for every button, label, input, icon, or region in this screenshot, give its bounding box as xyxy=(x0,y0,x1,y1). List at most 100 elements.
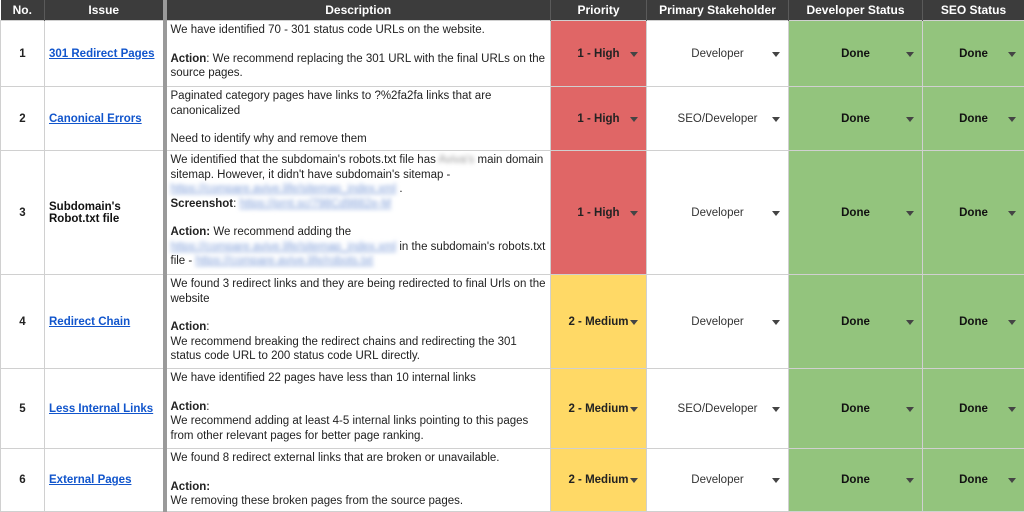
developer-status-dropdown[interactable]: Done xyxy=(789,87,923,151)
row-number[interactable]: 4 xyxy=(1,275,45,369)
row-number[interactable]: 3 xyxy=(1,151,45,275)
header-row: No. Issue Description Priority Primary S… xyxy=(1,0,1024,21)
priority-value: 2 - Medium xyxy=(568,474,628,486)
stakeholder-dropdown[interactable]: Developer xyxy=(647,151,789,275)
chevron-down-icon[interactable] xyxy=(772,407,780,412)
chevron-down-icon[interactable] xyxy=(1008,320,1016,325)
issue-cell[interactable]: Canonical Errors xyxy=(45,87,165,151)
chevron-down-icon[interactable] xyxy=(1008,117,1016,122)
chevron-down-icon[interactable] xyxy=(772,211,780,216)
chevron-down-icon[interactable] xyxy=(906,52,914,57)
sitemap-link[interactable]: https://compare.avive.life/sitemap_index… xyxy=(171,183,397,195)
chevron-down-icon[interactable] xyxy=(630,407,638,412)
description-cell[interactable]: We found 8 redirect external links that … xyxy=(165,449,551,512)
row-number[interactable]: 2 xyxy=(1,87,45,151)
seo-status-dropdown[interactable]: Done xyxy=(923,449,1024,512)
row-number[interactable]: 6 xyxy=(1,449,45,512)
developer-status-dropdown[interactable]: Done xyxy=(789,449,923,512)
stakeholder-dropdown[interactable]: Developer xyxy=(647,275,789,369)
chevron-down-icon[interactable] xyxy=(906,117,914,122)
developer-status-dropdown[interactable]: Done xyxy=(789,21,923,87)
sitemap-link[interactable]: https://compare.avive.life/sitemap_index… xyxy=(171,241,397,253)
chevron-down-icon[interactable] xyxy=(772,52,780,57)
row-number[interactable]: 5 xyxy=(1,369,45,449)
redacted-name: Aviva's xyxy=(438,154,474,166)
action-label: Action xyxy=(171,53,207,65)
chevron-down-icon[interactable] xyxy=(630,478,638,483)
chevron-down-icon[interactable] xyxy=(906,478,914,483)
issue-link[interactable]: External Pages xyxy=(49,474,131,486)
header-stakeholder[interactable]: Primary Stakeholder xyxy=(647,0,789,21)
status-value: Done xyxy=(959,48,988,60)
action-colon: : xyxy=(206,321,209,333)
row-number[interactable]: 1 xyxy=(1,21,45,87)
chevron-down-icon[interactable] xyxy=(906,211,914,216)
stakeholder-dropdown[interactable]: Developer xyxy=(647,449,789,512)
description-cell[interactable]: We have identified 70 - 301 status code … xyxy=(165,21,551,87)
header-priority[interactable]: Priority xyxy=(551,0,647,21)
chevron-down-icon[interactable] xyxy=(630,211,638,216)
issue-cell[interactable]: External Pages xyxy=(45,449,165,512)
chevron-down-icon[interactable] xyxy=(1008,211,1016,216)
description-text: . xyxy=(399,183,402,195)
chevron-down-icon[interactable] xyxy=(906,320,914,325)
action-label: Action xyxy=(171,401,207,413)
status-value: Done xyxy=(841,48,870,60)
issue-cell[interactable]: Subdomain's Robot.txt file xyxy=(45,151,165,275)
chevron-down-icon[interactable] xyxy=(772,478,780,483)
issue-cell[interactable]: Less Internal Links xyxy=(45,369,165,449)
seo-status-dropdown[interactable]: Done xyxy=(923,87,1024,151)
description-cell[interactable]: We found 3 redirect links and they are b… xyxy=(165,275,551,369)
screenshot-label: Screenshot xyxy=(171,198,234,210)
chevron-down-icon[interactable] xyxy=(772,320,780,325)
header-seo-status[interactable]: SEO Status xyxy=(923,0,1024,21)
chevron-down-icon[interactable] xyxy=(1008,478,1016,483)
issue-link[interactable]: Canonical Errors xyxy=(49,113,142,125)
seo-status-dropdown[interactable]: Done xyxy=(923,369,1024,449)
header-no[interactable]: No. xyxy=(1,0,45,21)
seo-status-dropdown[interactable]: Done xyxy=(923,21,1024,87)
table-row: 5 Less Internal Links We have identified… xyxy=(1,369,1024,449)
chevron-down-icon[interactable] xyxy=(1008,407,1016,412)
screenshot-link[interactable]: https://prnt.sc/798Cd9882e-M xyxy=(240,198,392,210)
description-cell[interactable]: Paginated category pages have links to ?… xyxy=(165,87,551,151)
issue-link[interactable]: 301 Redirect Pages xyxy=(49,48,154,60)
chevron-down-icon[interactable] xyxy=(630,52,638,57)
status-value: Done xyxy=(841,113,870,125)
robots-link[interactable]: https://compare.avive.life/robots.txt xyxy=(195,255,373,267)
chevron-down-icon[interactable] xyxy=(772,117,780,122)
description-cell[interactable]: We identified that the subdomain's robot… xyxy=(165,151,551,275)
chevron-down-icon[interactable] xyxy=(630,320,638,325)
action-label: Action: xyxy=(171,226,211,238)
chevron-down-icon[interactable] xyxy=(1008,52,1016,57)
stakeholder-value: Developer xyxy=(691,207,743,219)
priority-dropdown[interactable]: 2 - Medium xyxy=(551,449,647,512)
chevron-down-icon[interactable] xyxy=(630,117,638,122)
header-developer-status[interactable]: Developer Status xyxy=(789,0,923,21)
issue-text: Subdomain's Robot.txt file xyxy=(49,201,121,225)
issue-link[interactable]: Less Internal Links xyxy=(49,403,153,415)
priority-dropdown[interactable]: 1 - High xyxy=(551,151,647,275)
priority-dropdown[interactable]: 2 - Medium xyxy=(551,275,647,369)
priority-dropdown[interactable]: 2 - Medium xyxy=(551,369,647,449)
developer-status-dropdown[interactable]: Done xyxy=(789,369,923,449)
developer-status-dropdown[interactable]: Done xyxy=(789,151,923,275)
stakeholder-dropdown[interactable]: SEO/Developer xyxy=(647,87,789,151)
issue-cell[interactable]: 301 Redirect Pages xyxy=(45,21,165,87)
priority-value: 1 - High xyxy=(577,113,619,125)
priority-dropdown[interactable]: 1 - High xyxy=(551,21,647,87)
seo-status-dropdown[interactable]: Done xyxy=(923,275,1024,369)
stakeholder-dropdown[interactable]: Developer xyxy=(647,21,789,87)
header-issue[interactable]: Issue xyxy=(45,0,165,21)
issue-link[interactable]: Redirect Chain xyxy=(49,316,130,328)
header-description[interactable]: Description xyxy=(165,0,551,21)
chevron-down-icon[interactable] xyxy=(906,407,914,412)
developer-status-dropdown[interactable]: Done xyxy=(789,275,923,369)
description-cell[interactable]: We have identified 22 pages have less th… xyxy=(165,369,551,449)
stakeholder-dropdown[interactable]: SEO/Developer xyxy=(647,369,789,449)
priority-dropdown[interactable]: 1 - High xyxy=(551,87,647,151)
seo-status-dropdown[interactable]: Done xyxy=(923,151,1024,275)
stakeholder-value: SEO/Developer xyxy=(678,403,758,415)
issue-cell[interactable]: Redirect Chain xyxy=(45,275,165,369)
action-colon: : xyxy=(206,401,209,413)
